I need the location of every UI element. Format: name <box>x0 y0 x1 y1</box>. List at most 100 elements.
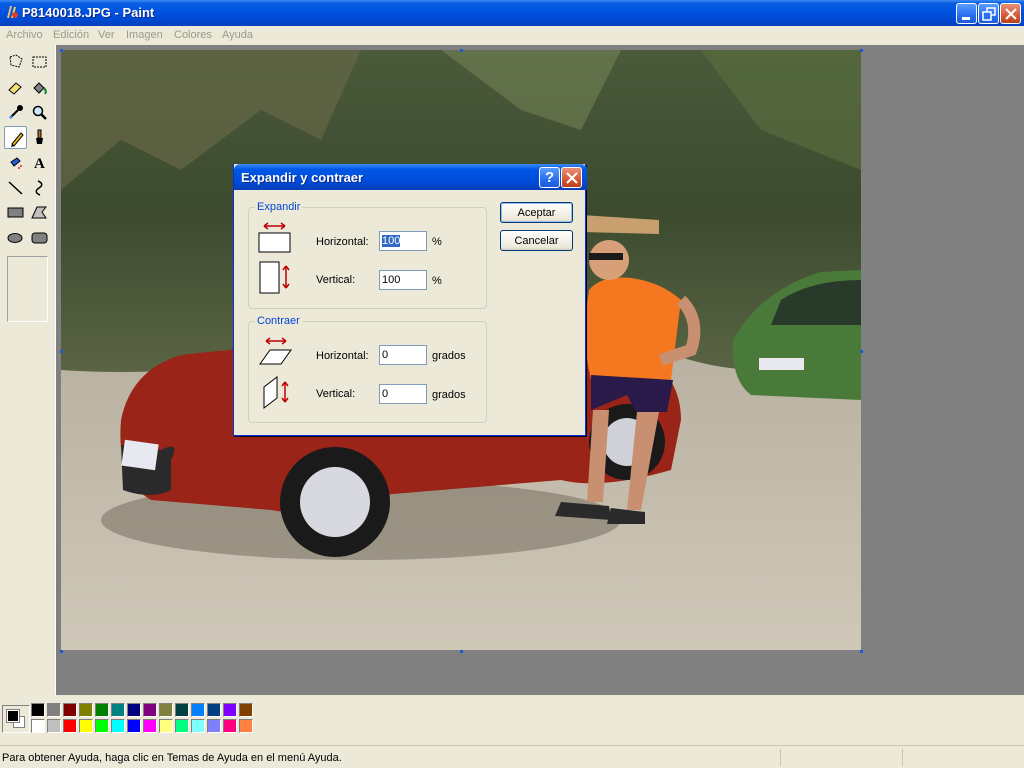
pick-color-icon <box>9 105 23 119</box>
pencil-icon <box>11 132 24 147</box>
resize-handle[interactable] <box>60 350 63 353</box>
status-bar: Para obtener Ayuda, haga clic en Temas d… <box>0 745 1024 768</box>
palette-color-swatch[interactable] <box>111 703 125 717</box>
palette-color-swatch[interactable] <box>63 703 77 717</box>
stretch-skew-dialog: Expandir y contraer ? Expandir Horizonta… <box>233 164 587 436</box>
resize-handle[interactable] <box>860 350 863 353</box>
tool-rounded-rectangle[interactable] <box>28 226 51 249</box>
status-divider <box>780 749 781 766</box>
palette-color-swatch[interactable] <box>95 703 109 717</box>
status-message: Para obtener Ayuda, haga clic en Temas d… <box>2 752 342 764</box>
polygon-icon <box>31 206 48 219</box>
tool-eraser[interactable] <box>4 76 27 99</box>
expand-group-label: Expandir <box>255 201 303 213</box>
palette-color-swatch[interactable] <box>175 703 189 717</box>
resize-handle[interactable] <box>60 650 63 653</box>
resize-handle[interactable] <box>860 49 863 52</box>
palette-color-swatch[interactable] <box>79 719 93 733</box>
menu-edicion[interactable]: Edición <box>53 29 89 41</box>
skew-vertical-field[interactable]: 0 <box>379 384 427 404</box>
skew-horizontal-field[interactable]: 0 <box>379 345 427 365</box>
palette-color-swatch[interactable] <box>111 719 125 733</box>
foreground-color <box>6 709 20 723</box>
skew-group-label: Contraer <box>255 315 302 327</box>
select-icon <box>32 56 47 68</box>
expand-vertical-field[interactable]: 100 <box>379 270 427 290</box>
palette-color-swatch[interactable] <box>127 703 141 717</box>
palette-color-swatch[interactable] <box>143 703 157 717</box>
close-button[interactable] <box>1000 3 1021 24</box>
palette-color-swatch[interactable] <box>191 703 205 717</box>
tool-options-panel[interactable] <box>7 256 48 322</box>
minimize-button[interactable] <box>956 3 977 24</box>
resize-handle[interactable] <box>460 650 463 653</box>
menu-bar: Archivo Edición Ver Imagen Colores Ayuda <box>0 26 1024 45</box>
expand-vertical-label: Vertical: <box>316 274 356 286</box>
palette-color-swatch[interactable] <box>79 703 93 717</box>
menu-imagen[interactable]: Imagen <box>126 29 163 41</box>
free-form-select-icon <box>9 54 23 68</box>
resize-handle[interactable] <box>60 49 63 52</box>
tool-rectangle[interactable] <box>4 201 27 224</box>
help-icon: ? <box>545 169 555 186</box>
dialog-help-button[interactable]: ? <box>539 167 560 188</box>
tool-line[interactable] <box>4 176 27 199</box>
skew-horizontal-label: Horizontal: <box>316 350 369 362</box>
palette-color-swatch[interactable] <box>223 703 237 717</box>
menu-ver[interactable]: Ver <box>98 29 115 41</box>
expand-horizontal-field[interactable]: 100 <box>379 231 427 251</box>
dialog-title: Expandir y contraer <box>241 170 364 185</box>
dialog-close-button[interactable] <box>561 167 582 188</box>
palette-color-swatch[interactable] <box>143 719 157 733</box>
tool-airbrush[interactable] <box>4 151 27 174</box>
menu-colores[interactable]: Colores <box>174 29 212 41</box>
title-bar[interactable]: P8140018.JPG - Paint <box>0 0 1024 26</box>
stretch-vertical-icon <box>259 261 290 294</box>
tool-text[interactable]: A <box>28 151 51 174</box>
current-colors[interactable] <box>2 705 30 733</box>
dialog-title-bar[interactable]: Expandir y contraer ? <box>234 164 587 190</box>
palette-color-swatch[interactable] <box>239 703 253 717</box>
fill-icon <box>33 82 47 95</box>
resize-handle[interactable] <box>460 49 463 52</box>
ok-button[interactable]: Aceptar <box>500 202 573 223</box>
palette-color-swatch[interactable] <box>63 719 77 733</box>
palette-color-swatch[interactable] <box>127 719 141 733</box>
resize-handle[interactable] <box>860 650 863 653</box>
palette-color-swatch[interactable] <box>207 719 221 733</box>
toolbox: A <box>0 45 56 695</box>
palette-color-swatch[interactable] <box>47 703 61 717</box>
tool-curve[interactable] <box>28 176 51 199</box>
tool-brush[interactable] <box>28 126 51 149</box>
palette-color-swatch[interactable] <box>159 703 173 717</box>
tool-free-form-select[interactable] <box>4 51 27 74</box>
palette-color-swatch[interactable] <box>223 719 237 733</box>
text-icon: A <box>34 156 45 171</box>
menu-archivo[interactable]: Archivo <box>6 29 43 41</box>
palette-color-swatch[interactable] <box>175 719 189 733</box>
tool-pick-color[interactable] <box>4 101 27 124</box>
tool-pencil[interactable] <box>4 126 27 149</box>
palette-color-swatch[interactable] <box>95 719 109 733</box>
palette-color-swatch[interactable] <box>159 719 173 733</box>
status-divider <box>902 749 903 766</box>
tool-polygon[interactable] <box>28 201 51 224</box>
stretch-horizontal-icon <box>258 222 291 253</box>
tool-magnifier[interactable] <box>28 101 51 124</box>
svg-text:A: A <box>34 156 45 171</box>
ellipse-icon <box>7 233 23 243</box>
cancel-button[interactable]: Cancelar <box>500 230 573 251</box>
curve-icon <box>35 180 43 196</box>
palette-color-swatch[interactable] <box>31 719 45 733</box>
close-icon <box>1005 8 1017 20</box>
palette-color-swatch[interactable] <box>31 703 45 717</box>
palette-color-swatch[interactable] <box>191 719 205 733</box>
restore-button[interactable] <box>978 3 999 24</box>
palette-color-swatch[interactable] <box>207 703 221 717</box>
tool-select[interactable] <box>28 51 51 74</box>
menu-ayuda[interactable]: Ayuda <box>222 29 253 41</box>
palette-color-swatch[interactable] <box>47 719 61 733</box>
tool-fill[interactable] <box>28 76 51 99</box>
tool-ellipse[interactable] <box>4 226 27 249</box>
palette-color-swatch[interactable] <box>239 719 253 733</box>
